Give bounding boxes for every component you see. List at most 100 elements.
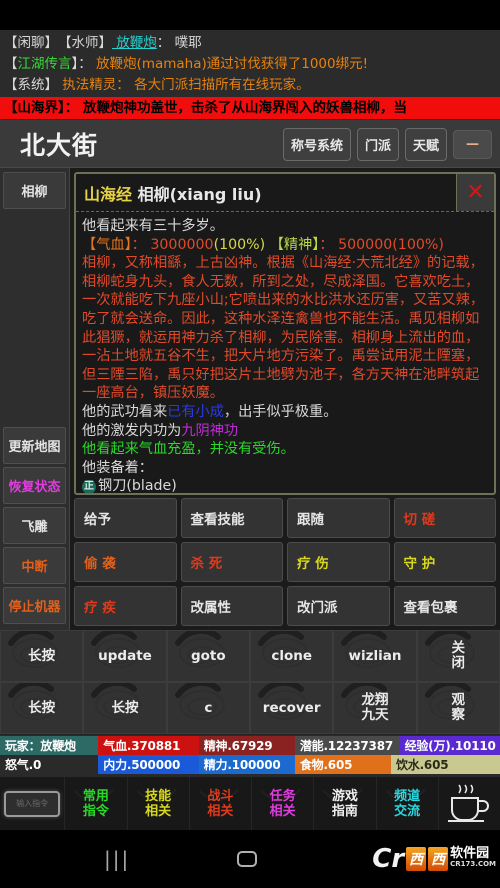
action-row: 给予 查看技能 跟随 切 磋 [74,498,496,538]
nav-game-guide[interactable]: 游戏 指南 [314,777,377,830]
command-button-label: goto [190,647,226,664]
command-input-container[interactable]: 输入指令 [0,777,66,830]
command-input[interactable]: 输入指令 [4,790,61,817]
npc-lore-text: 相柳，又称相繇，上古凶神。根据《山海经·大荒北经》的记载，相柳蛇身九头，食人无数… [82,255,485,402]
command-button-label: 长按 [28,647,56,664]
command-button-r1-2[interactable]: update [83,630,167,682]
center-column: 山海经 相柳(xiang liu) ✕ 他看起来有三十多岁。 【气血】： 300… [70,168,500,630]
nav-common-commands[interactable]: 常用 指令 [65,777,128,830]
stat-chip-r2-4: 食物.605 [294,755,391,774]
stop-bot-button[interactable]: 停止机器 [3,587,66,624]
rail-bottom-group: 更新地图 恢复状态 飞雕 中断 停止机器 [0,427,69,630]
chat-ticker[interactable]: 【闲聊】 【水师】 放鞭炮： 噗耶 【江湖传言】： 放鞭炮(mamaha)通过讨… [0,30,500,121]
title-bar: 北大街 称号系统 门派 天赋 — [0,121,500,168]
nav-rest[interactable] [439,777,500,830]
panel-title-prefix: 山海经 [84,185,133,204]
nav-quests[interactable]: 任务 相关 [252,777,315,830]
npc-detail-panel: 山海经 相柳(xiang liu) ✕ 他看起来有三十多岁。 【气血】： 300… [74,172,496,495]
update-map-button[interactable]: 更新地图 [3,427,66,464]
command-row-1: 长按 update goto clone wizlian 关闭 [0,630,500,682]
chat-segment: 】： [71,56,97,72]
coffee-cup-icon [448,784,490,822]
action-view-bag[interactable]: 查看包裹 [393,586,496,626]
action-give[interactable]: 给予 [74,498,177,538]
action-ambush[interactable]: 偷 袭 [74,542,177,582]
sp-percent: (100%) [392,236,444,253]
command-button-r1-1[interactable]: 长按 [0,630,84,682]
nav-label: 任务 相关 [269,788,296,819]
command-button-label: clone [271,647,312,664]
chat-segment[interactable]: 放鞭炮 [112,35,157,51]
chat-segment: 江湖传言 [17,56,72,72]
close-icon[interactable]: ✕ [456,174,494,211]
action-change-sect[interactable]: 改门派 [287,586,390,626]
action-spar[interactable]: 切 磋 [393,498,496,538]
command-button-r2-3[interactable]: c [166,682,250,734]
restore-state-button[interactable]: 恢复状态 [3,467,66,504]
nav-label: 游戏 指南 [331,788,358,819]
watermark-xi-1: 西 [406,847,427,871]
stat-chip-r1-3: 精神.67929 [198,736,295,755]
watermark-text: 软件园 CR173.COM [450,847,496,870]
command-shortcut-grid: 长按 update goto clone wizlian 关闭 长按 长按 c recover 龙… [0,630,500,735]
action-view-skills[interactable]: 查看技能 [180,498,283,538]
action-kill[interactable]: 杀 死 [180,542,283,582]
command-row-2: 长按 长按 c recover 龙翔 九天 观察 [0,682,500,734]
watermark-cr-logo: Cr [372,844,405,874]
chat-segment: 【 [4,56,18,72]
chat-banner-announcement: 【山海界】： 放鞭炮神功盖世，击杀了从山海界闯入的妖兽相柳，当 [0,97,500,119]
stats-row-1: 玩家：放鞭炮 气血.370881 精神.67929 潜能.12237387 经验(万).… [0,736,500,755]
action-row: 疗 疾 改属性 改门派 查看包裹 [74,586,496,626]
chat-segment: 执法精灵： 各大门派扫描所有在线玩家。 [58,77,310,93]
command-button-label: 关闭 [451,640,466,671]
command-button-r1-3[interactable]: goto [166,630,250,682]
talent-button[interactable]: 天赋 [404,127,447,161]
action-row: 偷 袭 杀 死 疗 伤 守 护 [74,542,496,582]
command-button-r2-6[interactable]: 观察 [416,682,500,734]
collapse-button[interactable]: — [453,129,492,159]
site-watermark: Cr 西 西 软件园 CR173.COM [372,846,496,872]
chat-segment: ： 噗耶 [156,35,202,51]
sp-value: 500000 [338,236,393,253]
quality-badge-icon: 正 [82,479,96,493]
action-follow[interactable]: 跟随 [287,498,390,538]
npc-stat-line: 【气血】： 3000000(100%) 【精神】： 500000(100%) [82,236,488,255]
android-status-bar [0,0,500,30]
command-button-r2-1[interactable]: 长按 [0,682,84,734]
npc-inner-power-line: 他的激发内功为九阴神功 [82,422,488,441]
chat-line: 【系统】 执法精灵： 各大门派扫描所有在线玩家。 [0,75,500,96]
recents-icon[interactable]: ||| [104,847,130,871]
game-app-window: 【闲聊】 【水师】 放鞭炮： 噗耶 【江湖传言】： 放鞭炮(mamaha)通过讨… [0,0,500,888]
command-button-r2-4[interactable]: recover [249,682,334,734]
rail-item-target[interactable]: 相柳 [3,172,66,209]
command-button-r1-6[interactable]: 关闭 [416,630,500,682]
stat-chip-r2-2: 内力.500000 [98,755,199,774]
chat-line: 【江湖传言】： 放鞭炮(mamaha)通过讨伐获得了1000绑元! [0,54,500,75]
command-button-r2-2[interactable]: 长按 [83,682,167,734]
title-system-button[interactable]: 称号系统 [282,127,351,161]
interrupt-button[interactable]: 中断 [3,547,66,584]
stat-chip-r1-2: 气血.370881 [98,736,199,755]
chat-segment: 【系统】 [4,77,58,93]
chat-line: 【闲聊】 【水师】 放鞭炮： 噗耶 [0,33,500,54]
npc-description: 他看起来有三十多岁。 【气血】： 3000000(100%) 【精神】： 500… [82,217,488,493]
fly-eagle-button[interactable]: 飞雕 [3,507,66,544]
action-cure-illness[interactable]: 疗 疾 [74,586,177,626]
action-heal-wound[interactable]: 疗 伤 [287,542,390,582]
skill-level: 已有小成 [167,403,224,420]
command-button-r1-4[interactable]: clone [249,630,334,682]
command-button-r1-5[interactable]: wizlian [333,630,417,682]
action-guard[interactable]: 守 护 [393,542,496,582]
nav-combat[interactable]: 战斗 相关 [190,777,253,830]
command-button-r2-5[interactable]: 龙翔 九天 [333,682,417,734]
command-button-label: c [204,699,213,716]
nav-skills[interactable]: 技能 相关 [128,777,190,830]
skill-line-pre: 他的武功看来 [82,403,168,420]
nav-channels[interactable]: 频道 交流 [377,777,439,830]
action-change-attribute[interactable]: 改属性 [180,586,283,626]
hp-separator: ： [131,236,146,253]
sect-button[interactable]: 门派 [356,127,399,161]
watermark-domain: CR173.COM [450,860,496,868]
home-icon[interactable] [237,851,257,867]
command-button-label: recover [262,699,321,716]
